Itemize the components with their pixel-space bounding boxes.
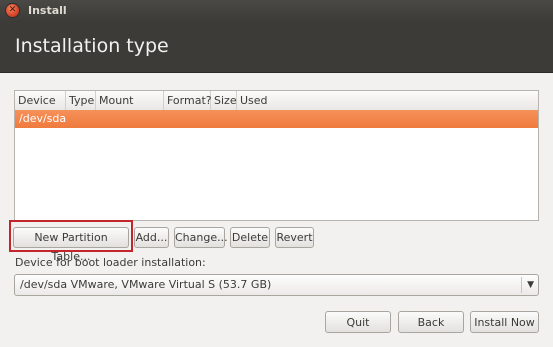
back-button[interactable]: Back xyxy=(398,311,464,333)
window-title: Install xyxy=(28,4,67,17)
delete-partition-button[interactable]: Delete xyxy=(230,227,270,248)
column-header-format[interactable]: Format? xyxy=(164,91,212,110)
column-header-size[interactable]: Size xyxy=(211,91,237,110)
column-header-used[interactable]: Used xyxy=(237,91,538,110)
add-partition-button[interactable]: Add... xyxy=(134,227,169,248)
new-partition-table-button[interactable]: New Partition Table... xyxy=(13,227,129,263)
bootloader-label: Device for boot loader installation: xyxy=(15,256,206,269)
close-icon[interactable]: ✕ xyxy=(6,4,19,17)
column-header-mount-point[interactable]: Mount point xyxy=(96,91,164,126)
dropdown-arrow-icon[interactable]: ▼ xyxy=(527,275,534,295)
bootloader-device-select[interactable]: /dev/sda VMware, VMware Virtual S (53.7 … xyxy=(14,274,539,296)
column-header-device[interactable]: Device xyxy=(15,91,66,110)
revert-button[interactable]: Revert xyxy=(275,227,314,248)
title-bar: ✕ Install xyxy=(0,0,553,22)
table-row[interactable]: /dev/sda xyxy=(15,110,538,128)
device-cell: /dev/sda xyxy=(19,112,67,125)
change-partition-button[interactable]: Change... xyxy=(174,227,228,248)
column-header-type[interactable]: Type xyxy=(66,91,96,110)
partition-table[interactable]: Device Type Mount point Format? Size Use… xyxy=(14,90,539,221)
bootloader-selected-value: /dev/sda VMware, VMware Virtual S (53.7 … xyxy=(20,278,272,291)
page-header: Installation type xyxy=(0,22,553,73)
install-now-button[interactable]: Install Now xyxy=(470,311,539,333)
combo-divider xyxy=(521,277,522,293)
table-header: Device Type Mount point Format? Size Use… xyxy=(15,91,538,126)
quit-button[interactable]: Quit xyxy=(325,311,391,333)
page-title: Installation type xyxy=(15,35,169,57)
